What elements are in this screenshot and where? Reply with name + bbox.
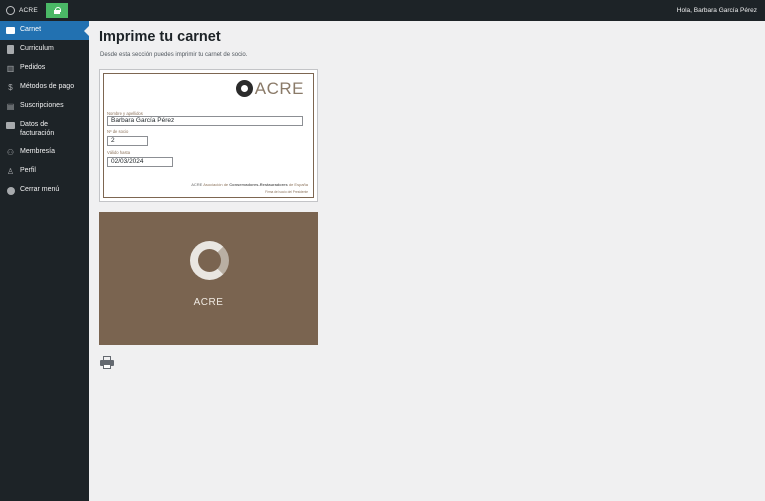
footer-suffix: de España <box>288 182 308 187</box>
list-icon: ▤ <box>6 102 15 111</box>
sidebar-item-perfil[interactable]: ♙ Perfil <box>0 162 89 181</box>
sidebar-item-label: Métodos de pago <box>20 83 75 90</box>
account-greeting[interactable]: Hola, Barbara García Pérez <box>677 7 765 14</box>
collapse-menu-button[interactable]: Cerrar menú <box>0 181 89 200</box>
user-icon: ♙ <box>6 167 15 176</box>
card-border: ACRE Nombre y apellidos Barbara García P… <box>103 73 314 198</box>
sidebar-item-datos-de-facturacion[interactable]: Datos de facturación <box>0 116 89 143</box>
membership-card-back: ACRE <box>99 212 318 345</box>
secure-button[interactable] <box>45 3 68 18</box>
sidebar-item-suscripciones[interactable]: ▤ Suscripciones <box>0 97 89 116</box>
sidebar-item-membresia[interactable]: ⚇ Membresía <box>0 143 89 162</box>
footer-mid: Asociación de <box>203 182 229 187</box>
sidebar-item-label: Curriculum <box>20 45 54 52</box>
member-number-label: Nº de socio <box>107 129 129 134</box>
logo-ring-icon <box>190 241 229 280</box>
card-icon <box>6 26 15 35</box>
footer-bold: Conservadores-Restauradores <box>229 182 288 187</box>
site-menu[interactable]: ACRE <box>0 0 44 21</box>
money-icon: $ <box>8 83 13 92</box>
main-content: Imprime tu carnet Desde esta sección pue… <box>89 21 765 501</box>
logo-text: ACRE <box>254 79 304 98</box>
collapse-icon <box>6 186 15 195</box>
sidebar-item-pedidos[interactable]: ▥ Pedidos <box>0 59 89 78</box>
sidebar-item-label: Perfil <box>20 167 36 174</box>
admin-bar: ACRE Hola, Barbara García Pérez <box>0 0 765 21</box>
sidebar-item-label: Pedidos <box>20 64 46 71</box>
lock-icon <box>53 7 61 14</box>
sidebar-item-label: Carnet <box>20 26 42 33</box>
sidebar-item-curriculum[interactable]: Curriculum <box>0 40 89 59</box>
card-footer-small: Firma del socio del Presidente <box>265 190 308 194</box>
page-title: Imprime tu carnet <box>99 29 221 45</box>
membership-card-front: ACRE Nombre y apellidos Barbara García P… <box>99 69 318 202</box>
group-icon: ⚇ <box>6 148 15 157</box>
site-name[interactable]: ACRE <box>19 7 38 14</box>
sidebar-item-label: Suscripciones <box>20 102 64 109</box>
page-description: Desde esta sección puedes imprimir tu ca… <box>100 52 248 58</box>
sidebar-item-label: Cerrar menú <box>20 186 60 193</box>
admin-sidebar: Carnet Curriculum ▥ Pedidos $ Métodos de… <box>0 21 89 501</box>
valid-until-label: Válido hasta <box>107 150 131 155</box>
card-icon <box>6 121 15 130</box>
valid-until-field: 02/03/2024 <box>107 157 173 167</box>
chart-icon: ▥ <box>6 64 15 73</box>
sidebar-item-carnet[interactable]: Carnet <box>0 21 89 40</box>
sidebar-item-metodos-de-pago[interactable]: $ Métodos de pago <box>0 78 89 97</box>
name-field: Barbara García Pérez <box>107 116 303 126</box>
card-footer: ACRE Asociación de Conservadores-Restaur… <box>191 182 308 187</box>
print-icon[interactable] <box>100 356 114 370</box>
document-icon <box>6 45 15 54</box>
card-back-logo-text: ACRE <box>193 297 224 308</box>
wordpress-logo-icon[interactable] <box>6 6 15 15</box>
member-number-field: 2 <box>107 136 148 146</box>
sidebar-item-label: Datos de facturación <box>20 121 55 137</box>
sidebar-item-label: Membresía <box>20 148 56 155</box>
logo-ring-icon <box>235 80 253 97</box>
footer-prefix: ACRE <box>191 182 203 187</box>
acre-logo: ACRE <box>235 79 304 98</box>
